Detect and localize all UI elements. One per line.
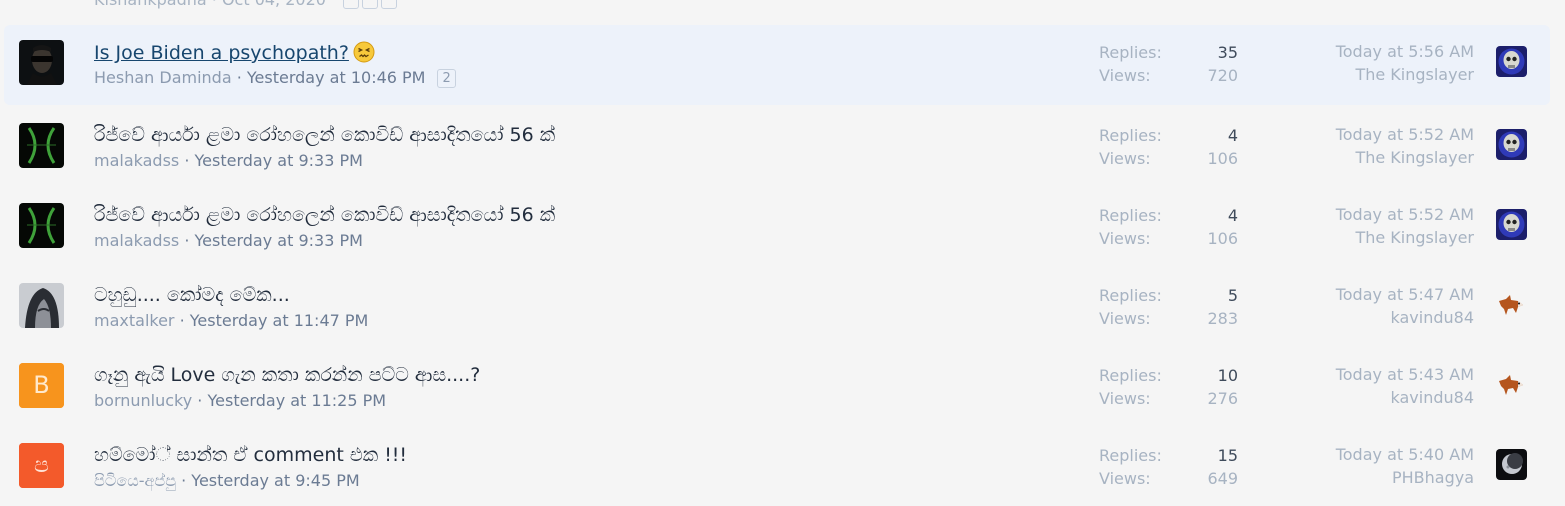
last-poster[interactable]: PHBhagya bbox=[1392, 468, 1474, 487]
thread-list: Kishankpadha · Oct 04, 2020 Is Joe Biden… bbox=[0, 0, 1565, 506]
thread-author[interactable]: bornunlucky bbox=[94, 391, 192, 410]
replies-count: 5 bbox=[1227, 286, 1238, 305]
replies-label: Replies: bbox=[1099, 446, 1162, 465]
hooded-figure-avatar[interactable] bbox=[19, 283, 64, 328]
page-link[interactable] bbox=[343, 0, 360, 9]
thread-row-partial[interactable]: Kishankpadha · Oct 04, 2020 bbox=[0, 0, 1565, 9]
meta-separator: · bbox=[192, 391, 208, 410]
thread-date[interactable]: Yesterday at 9:33 PM bbox=[195, 151, 363, 170]
thread-date[interactable]: Yesterday at 11:47 PM bbox=[190, 311, 369, 330]
moon-avatar[interactable] bbox=[1496, 449, 1527, 480]
last-post-date[interactable]: Today at 5:47 AM bbox=[1336, 285, 1474, 304]
replies-label: Replies: bbox=[1099, 206, 1162, 225]
sunglasses-man-avatar[interactable] bbox=[19, 40, 64, 85]
avatar-letter: B bbox=[33, 371, 50, 399]
last-post-date[interactable]: Today at 5:40 AM bbox=[1336, 445, 1474, 464]
thread-row[interactable]: Is Joe Biden a psychopath? Heshan Damind… bbox=[4, 25, 1550, 105]
avatar-letter: ප bbox=[34, 453, 49, 478]
views-label: Views: bbox=[1099, 309, 1151, 328]
thread-author[interactable]: malakadss bbox=[94, 231, 179, 250]
views-count: 649 bbox=[1207, 469, 1238, 488]
last-post-date[interactable]: Today at 5:43 AM bbox=[1336, 365, 1474, 384]
thread-author[interactable]: Heshan Daminda bbox=[94, 68, 232, 87]
views-label: Views: bbox=[1099, 149, 1151, 168]
fox-avatar[interactable] bbox=[1496, 289, 1527, 320]
thread-author[interactable]: maxtalker bbox=[94, 311, 175, 330]
thread-meta: malakadss · Yesterday at 9:33 PM bbox=[94, 151, 363, 170]
thread-row[interactable]: ප හම්මෝ් සාන්ත ඒ comment එක !!! පිටියෙ-අ… bbox=[4, 428, 1550, 506]
thread-meta: bornunlucky · Yesterday at 11:25 PM bbox=[94, 391, 386, 410]
thread-meta: malakadss · Yesterday at 9:33 PM bbox=[94, 231, 363, 250]
thread-title[interactable]: Is Joe Biden a psychopath? bbox=[94, 41, 375, 64]
views-count: 720 bbox=[1207, 66, 1238, 85]
page-link[interactable] bbox=[362, 0, 379, 9]
views-label: Views: bbox=[1099, 389, 1151, 408]
thread-row[interactable]: B ගෑනු ඇයි Love ගැන කතා කරන්න පට්ට ආස...… bbox=[4, 348, 1550, 428]
confounded-face-icon bbox=[353, 41, 375, 63]
replies-count: 15 bbox=[1217, 446, 1238, 465]
replies-count: 35 bbox=[1217, 43, 1238, 62]
page-link[interactable] bbox=[381, 0, 398, 9]
last-poster[interactable]: The Kingslayer bbox=[1355, 148, 1474, 167]
thread-title-text[interactable]: Is Joe Biden a psychopath? bbox=[94, 42, 349, 64]
thread-author[interactable]: malakadss bbox=[94, 151, 179, 170]
page-link[interactable]: 2 bbox=[437, 69, 456, 88]
x-files-avatar[interactable] bbox=[19, 203, 64, 248]
replies-label: Replies: bbox=[1099, 366, 1162, 385]
last-post-date[interactable]: Today at 5:56 AM bbox=[1336, 42, 1474, 61]
thread-date[interactable]: Yesterday at 9:33 PM bbox=[195, 231, 363, 250]
x-files-avatar[interactable] bbox=[19, 123, 64, 168]
replies-count: 10 bbox=[1217, 366, 1238, 385]
thread-title[interactable]: රිජ්වේ ආර්යා ළමා රෝහලෙන් කොවිඩ් ආසාදිතයෝ… bbox=[94, 204, 555, 226]
last-post-date[interactable]: Today at 5:52 AM bbox=[1336, 125, 1474, 144]
thread-row[interactable]: රිජ්වේ ආර්යා ළමා රෝහලෙන් කොවිඩ් ආසාදිතයෝ… bbox=[4, 108, 1550, 188]
meta-separator: · bbox=[174, 311, 190, 330]
views-count: 283 bbox=[1207, 309, 1238, 328]
views-label: Views: bbox=[1099, 229, 1151, 248]
meta-separator: · bbox=[176, 471, 192, 490]
views-count: 106 bbox=[1207, 149, 1238, 168]
thread-title[interactable]: ගෑනු ඇයි Love ගැන කතා කරන්න පට්ට ආස....? bbox=[94, 364, 480, 386]
letter-avatar[interactable]: B bbox=[19, 363, 64, 408]
thread-title[interactable]: ටහුඩු.... කෝමද මේක... bbox=[94, 284, 290, 306]
skull-avatar[interactable] bbox=[1496, 46, 1527, 77]
thread-date[interactable]: Yesterday at 9:45 PM bbox=[191, 471, 359, 490]
thread-author[interactable]: පිටියෙ-අප්පු bbox=[94, 471, 176, 490]
last-post-date[interactable]: Today at 5:52 AM bbox=[1336, 205, 1474, 224]
replies-label: Replies: bbox=[1099, 286, 1162, 305]
meta-separator: · bbox=[179, 151, 195, 170]
views-count: 276 bbox=[1207, 389, 1238, 408]
thread-title[interactable]: රිජ්වේ ආර්යා ළමා රෝහලෙන් කොවිඩ් ආසාදිතයෝ… bbox=[94, 124, 555, 146]
last-poster[interactable]: kavindu84 bbox=[1391, 308, 1475, 327]
views-label: Views: bbox=[1099, 469, 1151, 488]
thread-row[interactable]: ටහුඩු.... කෝමද මේක... maxtalker · Yester… bbox=[4, 268, 1550, 348]
meta-separator: · bbox=[179, 231, 195, 250]
page-links bbox=[343, 0, 400, 9]
thread-date[interactable]: Yesterday at 10:46 PM bbox=[247, 68, 426, 87]
replies-count: 4 bbox=[1227, 126, 1238, 145]
meta-separator: · bbox=[231, 68, 247, 87]
last-poster[interactable]: The Kingslayer bbox=[1355, 65, 1474, 84]
thread-date[interactable]: Yesterday at 11:25 PM bbox=[207, 391, 386, 410]
last-poster[interactable]: The Kingslayer bbox=[1355, 228, 1474, 247]
replies-label: Replies: bbox=[1099, 43, 1162, 62]
replies-count: 4 bbox=[1227, 206, 1238, 225]
thread-row[interactable]: රිජ්වේ ආර්යා ළමා රෝහලෙන් කොවිඩ් ආසාදිතයෝ… bbox=[4, 188, 1550, 268]
letter-avatar[interactable]: ප bbox=[19, 443, 64, 488]
replies-label: Replies: bbox=[1099, 126, 1162, 145]
thread-meta: maxtalker · Yesterday at 11:47 PM bbox=[94, 311, 368, 330]
fox-avatar[interactable] bbox=[1496, 369, 1527, 400]
skull-avatar[interactable] bbox=[1496, 129, 1527, 160]
thread-meta-text: Kishankpadha · Oct 04, 2020 bbox=[94, 0, 326, 9]
thread-title[interactable]: හම්මෝ් සාන්ත ඒ comment එක !!! bbox=[94, 444, 407, 466]
last-poster[interactable]: kavindu84 bbox=[1391, 388, 1475, 407]
thread-meta: Kishankpadha · Oct 04, 2020 bbox=[94, 0, 400, 9]
skull-avatar[interactable] bbox=[1496, 209, 1527, 240]
thread-meta: පිටියෙ-අප්පු · Yesterday at 9:45 PM bbox=[94, 471, 360, 491]
views-label: Views: bbox=[1099, 66, 1151, 85]
views-count: 106 bbox=[1207, 229, 1238, 248]
thread-meta: Heshan Daminda · Yesterday at 10:46 PM 2 bbox=[94, 68, 456, 88]
